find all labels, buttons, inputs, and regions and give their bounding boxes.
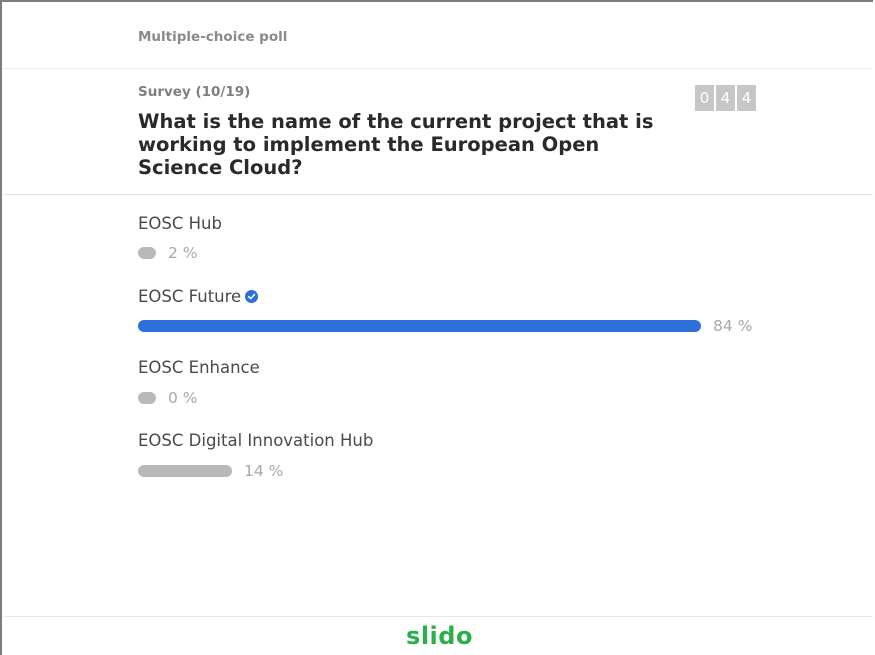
slido-logo: slido [406, 622, 473, 650]
option-result-bar [138, 465, 232, 477]
option-result-bar [138, 392, 156, 404]
option-label: EOSC Hub [138, 214, 222, 233]
question-text: What is the name of the current project … [138, 110, 654, 179]
question-divider [4, 194, 873, 195]
option-percent: 84 % [713, 317, 753, 335]
check-circle-icon [245, 290, 259, 303]
counter-digit: 0 [695, 85, 714, 111]
option-label-text: EOSC Future [138, 287, 242, 306]
poll-type-label: Multiple-choice poll [138, 29, 288, 45]
header-divider [4, 68, 873, 69]
option-label: EOSC Digital Innovation Hub [138, 431, 374, 450]
footer-divider [4, 616, 873, 617]
option-percent: 2 % [168, 244, 198, 262]
participant-counter: 0 4 4 [695, 85, 756, 111]
option-label: EOSC Enhance [138, 358, 260, 377]
counter-digit: 4 [737, 85, 756, 111]
option-result-bar-correct [138, 320, 701, 332]
option-result-bar [138, 247, 156, 259]
counter-digit: 4 [716, 85, 735, 111]
option-percent: 14 % [244, 462, 284, 480]
option-label-correct: EOSC Future [138, 287, 259, 306]
poll-panel: Multiple-choice poll Survey (10/19) What… [0, 0, 873, 655]
option-percent: 0 % [168, 389, 198, 407]
survey-progress-label: Survey (10/19) [138, 84, 251, 100]
